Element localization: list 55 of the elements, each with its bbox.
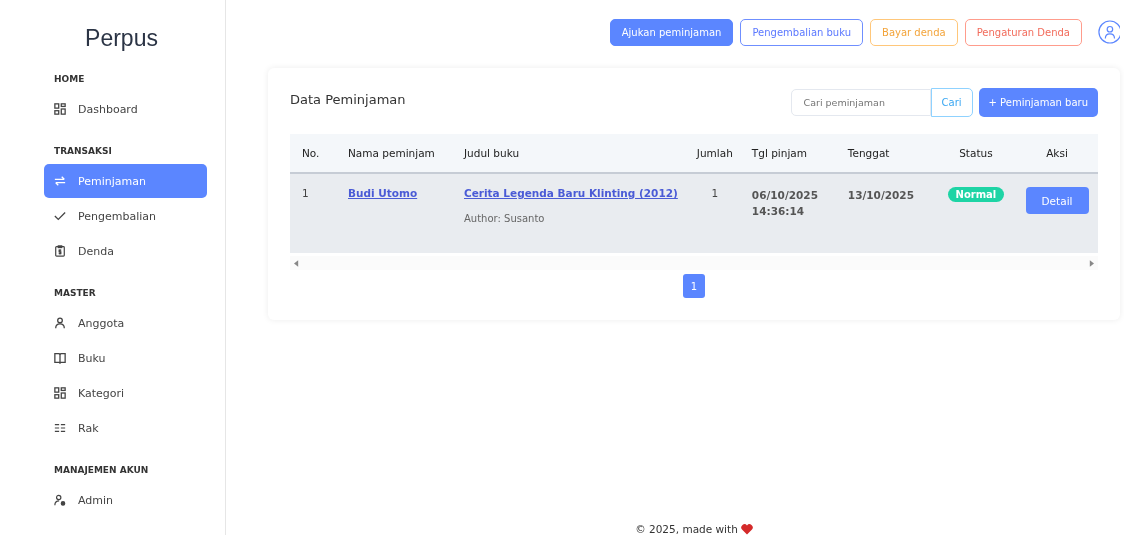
author-text: Author: Susanto	[464, 213, 546, 224]
footer-text: © 2025, made with	[635, 523, 738, 535]
action-button[interactable]: Ajukan peminjaman	[609, 18, 734, 46]
section-heading: MASTER	[53, 288, 97, 298]
action-button[interactable]: Pengaturan Denda	[964, 18, 1082, 46]
list-icon	[54, 422, 66, 434]
column-header: Aksi	[1016, 134, 1098, 173]
scroll-left-icon[interactable]	[294, 259, 299, 267]
book-title-link[interactable]: Cerita Legenda Baru Klinting (2012)	[464, 187, 678, 199]
sidebar-item[interactable]: Rak	[44, 411, 207, 445]
column-header: Nama peminjam	[342, 134, 458, 173]
heart-icon	[740, 523, 753, 535]
sidebar-item[interactable]: Buku	[44, 341, 207, 375]
new-loan-button[interactable]: + Peminjaman baru	[978, 88, 1098, 117]
scroll-right-icon[interactable]	[1089, 259, 1094, 267]
search-button[interactable]: Cari	[930, 88, 973, 117]
horizontal-scrollbar[interactable]	[290, 256, 1098, 270]
column-header: No.	[290, 134, 342, 173]
column-header: Jumlah	[683, 134, 746, 173]
sidebar-item[interactable]: Dashboard	[44, 92, 207, 126]
sidebar-item[interactable]: Kategori	[44, 376, 207, 410]
table-cell-text: 06/10/2025	[751, 188, 819, 203]
table-cell: 1	[302, 187, 309, 199]
column-header: Judul buku	[458, 134, 684, 173]
user-gear-icon	[54, 494, 66, 506]
column-header: Tgl pinjam	[745, 134, 842, 173]
table-cell-text: 14:36:14	[751, 204, 806, 219]
swap-icon	[54, 175, 66, 187]
table-cell: 13/10/2025	[847, 189, 914, 201]
column-header: Status	[935, 134, 1016, 173]
card-title: Data Peminjaman	[290, 92, 406, 107]
person-icon	[54, 317, 66, 329]
column-header: Tenggat	[841, 134, 936, 173]
action-button[interactable]: Pengembalian buku	[740, 18, 864, 46]
book-icon	[54, 352, 66, 364]
table-cell: 1	[711, 187, 719, 199]
brand-title: Perpus	[84, 25, 159, 52]
detail-button[interactable]: Detail	[1025, 187, 1089, 214]
sidebar-item[interactable]: Denda	[44, 234, 207, 268]
borrower-link[interactable]: Budi Utomo	[348, 187, 418, 199]
status-badge: Normal	[947, 187, 1005, 202]
grid-icon	[54, 387, 66, 399]
section-heading: MANAJEMEN AKUN	[53, 465, 150, 475]
section-heading: HOME	[53, 74, 86, 84]
clipboard-icon	[54, 245, 66, 257]
sidebar-item[interactable]: Peminjaman	[44, 164, 207, 198]
grid-icon	[54, 103, 66, 115]
page-button[interactable]: 1	[683, 274, 705, 298]
search-field[interactable]: Cari peminjaman	[790, 89, 931, 116]
sidebar-item[interactable]: Anggota	[44, 306, 207, 340]
sidebar-item[interactable]: Pengembalian	[44, 199, 207, 233]
sidebar-item[interactable]: Admin	[44, 483, 207, 517]
section-heading: TRANSAKSI	[53, 146, 113, 156]
check-icon	[54, 210, 66, 222]
avatar-icon[interactable]	[1098, 19, 1120, 45]
